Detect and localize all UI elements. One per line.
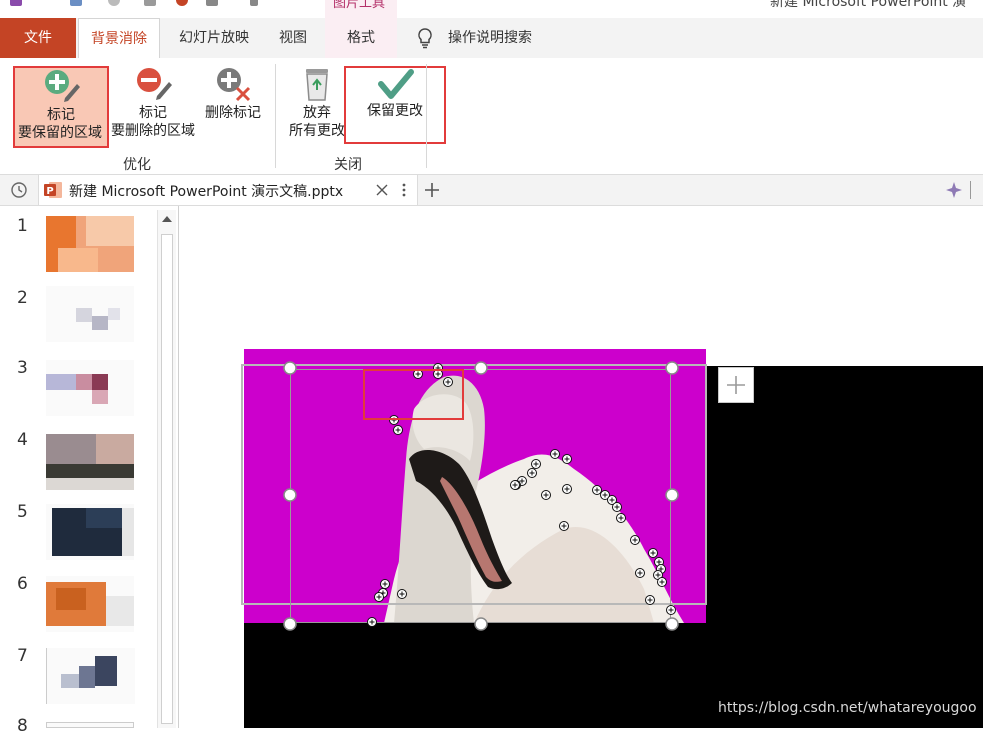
document-name: 新建 Microsoft PowerPoint 演示文稿.pptx bbox=[69, 184, 344, 200]
gray-x-pencil-icon bbox=[217, 68, 251, 102]
group-label-close: 关闭 bbox=[334, 157, 362, 173]
more-options-icon[interactable] bbox=[401, 182, 407, 198]
ribbon-tabs: 文件 背景消除 幻灯片放映 视图 格式 操作说明搜索 bbox=[0, 18, 983, 59]
layout-options-button[interactable] bbox=[718, 367, 754, 403]
title-bar: 图片工具 新建 Microsoft PowerPoint 演 bbox=[0, 0, 983, 18]
document-tab[interactable]: P 新建 Microsoft PowerPoint 演示文稿.pptx bbox=[38, 175, 418, 205]
svg-text:P: P bbox=[46, 186, 53, 197]
present-icon[interactable] bbox=[144, 0, 156, 6]
slide-thumbnail-3[interactable] bbox=[46, 360, 134, 416]
slide-number: 5 bbox=[17, 502, 28, 522]
undo-icon[interactable] bbox=[70, 0, 82, 6]
discard-label-1: 放弃 bbox=[303, 105, 331, 121]
mark-remove-button[interactable]: 标记 要删除的区域 bbox=[108, 66, 198, 148]
plus-icon bbox=[727, 376, 745, 394]
annotation-highlight-box bbox=[363, 369, 464, 420]
slide-thumbnail-5[interactable] bbox=[46, 504, 134, 560]
slide-thumbnail-6[interactable] bbox=[46, 576, 134, 632]
slide-number: 8 bbox=[17, 716, 28, 736]
slide-number: 7 bbox=[17, 646, 28, 666]
slide-thumbnail-8[interactable] bbox=[46, 722, 134, 728]
discard-changes-button[interactable]: 放弃 所有更改 bbox=[284, 66, 350, 148]
mark-keep-label-1: 标记 bbox=[47, 107, 75, 123]
green-checkmark-icon bbox=[378, 69, 414, 99]
lightbulb-icon bbox=[418, 28, 432, 49]
scroll-up-icon[interactable] bbox=[161, 214, 173, 224]
mark-keep-button[interactable]: 标记 要保留的区域 bbox=[13, 66, 109, 148]
tab-format[interactable]: 格式 bbox=[325, 18, 397, 58]
watermark: https://blog.csdn.net/whatareyougoo bbox=[718, 700, 977, 716]
contextual-tab-group: 图片工具 bbox=[325, 0, 397, 18]
group-separator bbox=[426, 64, 427, 168]
ribbon: 标记 要保留的区域 标记 要删除的区域 删除标记 放弃 所有更改 保留更改 优化… bbox=[0, 58, 983, 175]
thumbnails-scrollbar[interactable] bbox=[157, 210, 176, 728]
new-tab-plus-icon[interactable] bbox=[424, 182, 440, 198]
discard-label-2: 所有更改 bbox=[289, 123, 345, 139]
close-tab-icon[interactable] bbox=[375, 183, 389, 197]
red-minus-pencil-icon bbox=[137, 68, 172, 100]
scroll-thumb[interactable] bbox=[161, 234, 173, 724]
tab-file[interactable]: 文件 bbox=[0, 18, 76, 58]
tab-slideshow[interactable]: 幻灯片放映 bbox=[166, 18, 262, 58]
slide-number: 4 bbox=[17, 430, 28, 450]
slide-thumbnail-1[interactable] bbox=[46, 216, 134, 272]
tab-background-removal[interactable]: 背景消除 bbox=[78, 18, 160, 59]
magic-wand-icon[interactable] bbox=[944, 180, 964, 200]
green-plus-pencil-icon bbox=[45, 70, 80, 102]
screen-icon[interactable] bbox=[206, 0, 218, 6]
redo-icon[interactable] bbox=[108, 0, 120, 6]
slide-number: 2 bbox=[17, 288, 28, 308]
keep-changes-label: 保留更改 bbox=[367, 103, 423, 119]
customize-icon[interactable] bbox=[250, 0, 258, 6]
recycle-bin-icon bbox=[306, 69, 328, 101]
quick-access-icon[interactable] bbox=[10, 0, 22, 6]
slide-thumbnail-2[interactable] bbox=[46, 286, 134, 342]
mark-keep-label-2: 要保留的区域 bbox=[18, 125, 102, 141]
record-icon[interactable] bbox=[176, 0, 188, 6]
powerpoint-file-icon: P bbox=[44, 182, 62, 198]
document-tabs: P 新建 Microsoft PowerPoint 演示文稿.pptx bbox=[0, 175, 983, 206]
slide-thumbnails-pane: 1 2 3 4 5 6 7 8 bbox=[0, 206, 179, 736]
tell-me-search[interactable]: 操作说明搜索 bbox=[412, 18, 562, 58]
delete-mark-button[interactable]: 删除标记 bbox=[198, 66, 268, 148]
slide-number: 3 bbox=[17, 358, 28, 378]
tab-view[interactable]: 视图 bbox=[268, 18, 318, 58]
slide-thumbnail-7[interactable] bbox=[46, 648, 135, 704]
slide-number: 6 bbox=[17, 574, 28, 594]
group-separator bbox=[275, 64, 276, 168]
pane-divider bbox=[970, 181, 971, 199]
history-icon[interactable] bbox=[9, 181, 29, 199]
window-title: 新建 Microsoft PowerPoint 演 bbox=[770, 0, 967, 10]
keep-changes-button[interactable]: 保留更改 bbox=[344, 66, 446, 144]
mark-remove-label-2: 要删除的区域 bbox=[111, 123, 195, 139]
mark-remove-label-1: 标记 bbox=[139, 105, 167, 121]
slide-number: 1 bbox=[17, 216, 28, 236]
slide-thumbnail-4[interactable] bbox=[46, 434, 134, 490]
group-label-refine: 优化 bbox=[123, 157, 151, 173]
delete-mark-label: 删除标记 bbox=[205, 105, 261, 121]
search-label: 操作说明搜索 bbox=[448, 30, 532, 46]
